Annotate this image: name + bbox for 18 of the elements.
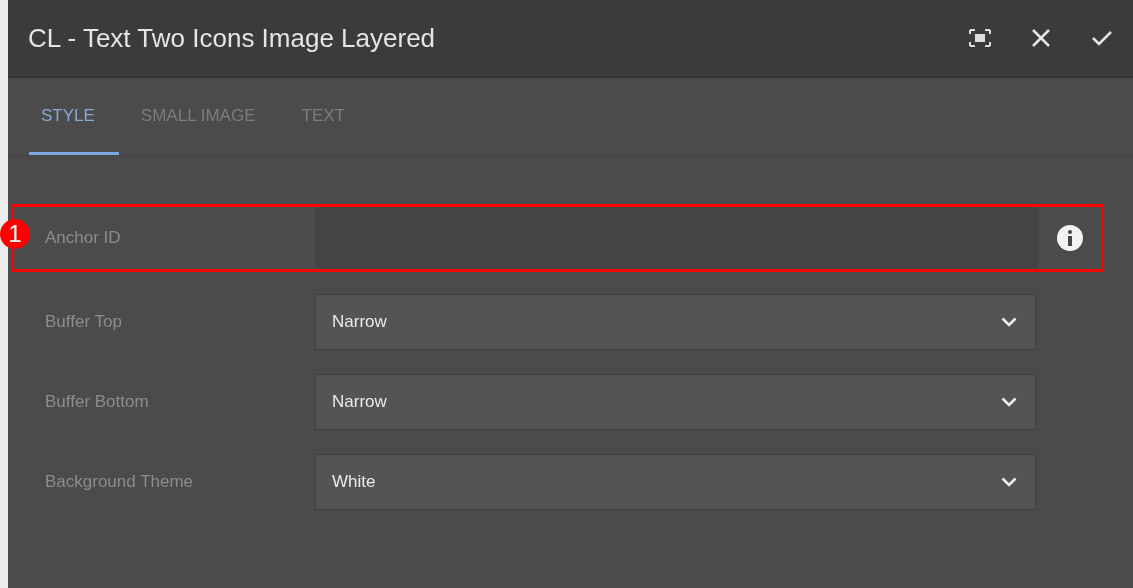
dropdown-select[interactable]: White (315, 454, 1036, 510)
chevron-down-icon (1001, 317, 1017, 327)
chevron-down-icon (1001, 477, 1017, 487)
checkmark-icon (1091, 29, 1113, 47)
dialog-title: CL - Text Two Icons Image Layered (28, 22, 437, 54)
field-label: Buffer Top (45, 312, 123, 332)
callout-number-badge: 1 (0, 219, 30, 249)
fullscreen-icon (969, 29, 991, 47)
chevron-down-icon (1001, 397, 1017, 407)
tab[interactable]: STYLE (29, 80, 119, 155)
field-label: Background Theme (45, 472, 195, 492)
close-icon (1031, 28, 1051, 48)
input-field[interactable] (315, 207, 1038, 269)
dropdown-select[interactable]: Narrow (315, 294, 1036, 350)
field-label: Anchor ID (45, 228, 122, 248)
dropdown-select[interactable]: Narrow (315, 374, 1036, 430)
field-label: Buffer Bottom (45, 392, 150, 412)
info-icon[interactable] (1056, 225, 1083, 251)
